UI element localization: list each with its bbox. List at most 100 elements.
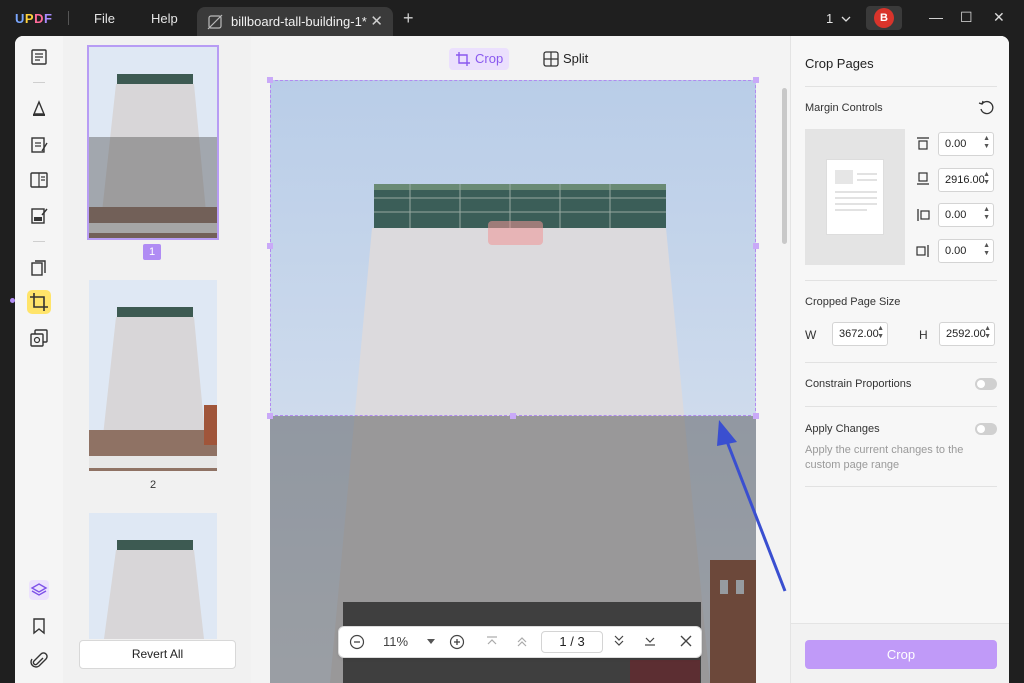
window-count-dropdown[interactable]: 1 [826, 11, 851, 26]
close-window-button[interactable]: ✕ [993, 9, 1005, 26]
margin-controls-label: Margin Controls [805, 102, 883, 114]
fill-sign-icon[interactable] [29, 206, 49, 226]
page-preview [826, 159, 884, 235]
edit-pdf-icon[interactable] [29, 135, 49, 155]
margin-left-icon [916, 208, 930, 222]
margin-preview [805, 129, 905, 265]
stepper-arrows-icon[interactable]: ▲▼ [983, 135, 990, 151]
split-mode-label: Split [563, 51, 588, 66]
menu-help[interactable]: Help [151, 11, 178, 26]
crop-handle[interactable] [267, 77, 273, 83]
thumbnail-image [89, 280, 217, 471]
document-canvas: Crop Split [251, 36, 790, 683]
tools-icon[interactable] [29, 328, 49, 348]
page-number-input[interactable]: 1 / 3 [541, 631, 603, 653]
margin-top-input[interactable]: 0.00▲▼ [938, 132, 994, 156]
previous-page-icon[interactable] [515, 634, 529, 648]
title-bar: UPDF File Help billboard-tall-building-1… [0, 0, 1024, 36]
chevron-down-icon [841, 15, 851, 23]
page-thumbnail[interactable] [89, 47, 217, 238]
stepper-arrows-icon[interactable]: ▲▼ [983, 242, 990, 258]
minimize-button[interactable]: — [929, 9, 943, 25]
split-icon [543, 51, 559, 67]
document-hidden-icon [207, 14, 223, 30]
toolbar-divider [33, 82, 45, 83]
zoom-out-icon[interactable] [349, 634, 365, 650]
zoom-in-icon[interactable] [449, 634, 465, 650]
crop-pages-icon[interactable] [29, 292, 49, 312]
page-layout-icon[interactable] [29, 170, 49, 190]
attachment-icon[interactable] [29, 651, 49, 671]
close-toolbar-icon[interactable] [679, 634, 693, 648]
main-window: 1 2 Revert All Crop [15, 36, 1009, 683]
tab-close-button[interactable]: ✕ [370, 12, 383, 30]
window-count: 1 [826, 11, 833, 26]
reader-icon[interactable] [29, 47, 49, 67]
width-label: W [805, 328, 816, 342]
page-number: 2 [150, 479, 156, 491]
split-mode-button[interactable]: Split [537, 48, 594, 70]
next-page-icon[interactable] [612, 634, 626, 648]
width-input[interactable]: 3672.00▲▼ [832, 322, 888, 346]
crop-handle[interactable] [753, 243, 759, 249]
zoom-level[interactable]: 11% [383, 634, 408, 649]
comment-icon[interactable] [29, 99, 49, 119]
divider [805, 86, 997, 87]
account-button[interactable]: B [866, 6, 902, 30]
menu-file[interactable]: File [94, 11, 115, 26]
crop-button[interactable]: Crop [805, 640, 997, 669]
crop-handle[interactable] [753, 77, 759, 83]
divider [805, 406, 997, 407]
thumbnail-panel: 1 2 Revert All [63, 36, 251, 683]
page-number: 1 [143, 244, 161, 260]
width-value: 3672.00 [839, 328, 879, 340]
bookmark-icon[interactable] [29, 616, 49, 636]
crop-mode-label: Crop [475, 51, 503, 66]
margin-left-input[interactable]: 0.00 ▲▼ [938, 203, 994, 227]
constrain-proportions-toggle[interactable] [975, 378, 997, 390]
reset-icon[interactable] [978, 100, 994, 116]
page-thumbnail[interactable] [89, 513, 217, 639]
crop-handle[interactable] [510, 413, 516, 419]
document-tab[interactable]: billboard-tall-building-1* ✕ [197, 7, 393, 36]
apply-changes-toggle[interactable] [975, 423, 997, 435]
stepper-arrows-icon[interactable]: ▲▼ [983, 206, 990, 222]
zoom-dropdown-icon[interactable] [427, 639, 435, 645]
revert-all-button[interactable]: Revert All [79, 640, 236, 669]
margin-top-icon [916, 136, 930, 150]
crop-handle[interactable] [267, 243, 273, 249]
stepper-arrows-icon[interactable]: ▲▼ [877, 325, 884, 341]
tab-title: billboard-tall-building-1* [231, 14, 367, 29]
cropped-page-size-label: Cropped Page Size [805, 296, 900, 308]
last-page-icon[interactable] [643, 634, 657, 648]
stepper-arrows-icon[interactable]: ▲▼ [984, 325, 991, 341]
crop-mode-button[interactable]: Crop [449, 48, 509, 70]
stepper-arrows-icon[interactable]: ▲▼ [983, 171, 990, 187]
current-page: 1 [559, 634, 566, 649]
crop-handle[interactable] [267, 413, 273, 419]
crop-selection-box[interactable] [270, 80, 756, 416]
divider [805, 362, 997, 363]
vertical-scrollbar[interactable] [782, 88, 787, 244]
layers-icon[interactable] [29, 580, 49, 600]
zoom-toolbar: 11% 1 / 3 [338, 626, 702, 658]
divider [805, 280, 997, 281]
left-toolbar [15, 36, 63, 683]
new-tab-button[interactable]: + [403, 8, 414, 29]
apply-changes-label: Apply Changes [805, 423, 880, 435]
toolbar-divider [33, 241, 45, 242]
crop-icon [455, 51, 471, 67]
height-input[interactable]: 2592.00▲▼ [939, 322, 995, 346]
first-page-icon[interactable] [485, 634, 499, 648]
title-separator [68, 11, 69, 25]
crop-pages-panel: Crop Pages Margin Controls 0.00▲▼ 2916.0… [790, 36, 1009, 683]
active-tool-indicator [10, 298, 15, 303]
margin-bottom-input[interactable]: 2916.00▲▼ [938, 168, 994, 192]
margin-right-icon [916, 244, 930, 258]
thumbnail-image [89, 47, 217, 238]
margin-left-value: 0.00 [945, 209, 966, 221]
organize-pages-icon[interactable] [29, 258, 49, 278]
maximize-button[interactable]: ☐ [960, 9, 973, 26]
page-thumbnail[interactable] [89, 280, 217, 471]
margin-right-input[interactable]: 0.00▲▼ [938, 239, 994, 263]
